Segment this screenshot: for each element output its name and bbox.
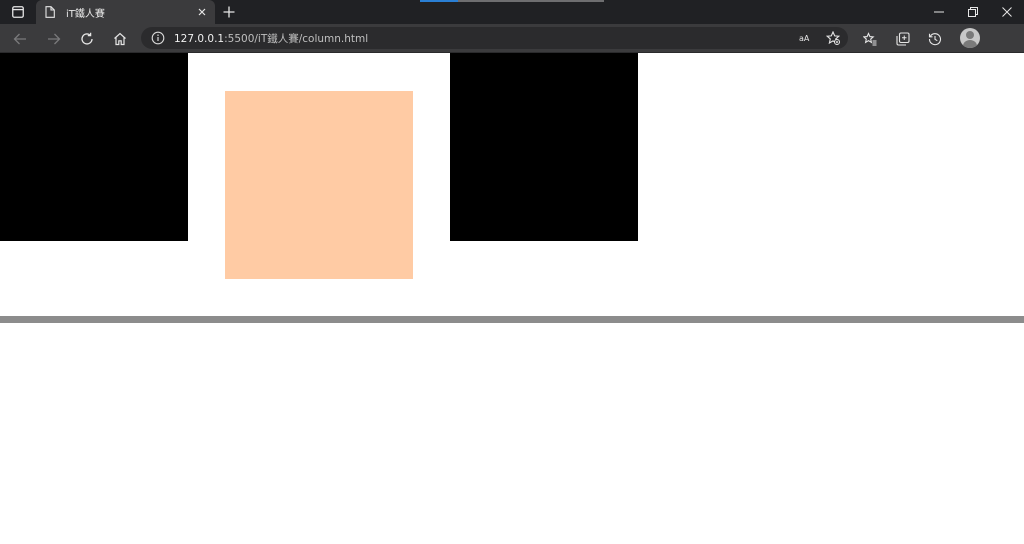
svg-text:aA: aA xyxy=(799,34,810,43)
new-tab-button[interactable] xyxy=(220,3,238,21)
url-host: 127.0.0.1 xyxy=(174,33,225,45)
box-3 xyxy=(450,53,638,241)
tab-drag-indicator xyxy=(420,0,604,2)
tab-title: iT鐵人賽 xyxy=(66,8,105,20)
browser-toolbar: 127.0.0.1:5500/iT鐵人賽/column.html aA xyxy=(0,24,1024,53)
minimize-icon[interactable] xyxy=(922,0,956,24)
close-icon[interactable] xyxy=(990,0,1024,24)
forward-icon[interactable] xyxy=(44,29,64,49)
site-info-icon[interactable] xyxy=(151,31,165,45)
window-controls xyxy=(922,0,1024,24)
address-bar[interactable]: 127.0.0.1:5500/iT鐵人賽/column.html aA xyxy=(141,27,848,49)
refresh-icon[interactable] xyxy=(77,29,97,49)
url-text: 127.0.0.1:5500/iT鐵人賽/column.html xyxy=(174,31,368,46)
tab-actions-icon[interactable] xyxy=(6,3,30,21)
restore-icon[interactable] xyxy=(956,0,990,24)
page-icon xyxy=(45,5,57,19)
url-path: :5500/iT鐵人賽/column.html xyxy=(224,33,369,45)
box-1 xyxy=(0,53,188,241)
horizontal-divider xyxy=(0,316,1024,323)
read-aloud-icon[interactable]: aA xyxy=(798,30,814,46)
page-viewport xyxy=(0,53,1024,544)
history-icon[interactable] xyxy=(925,29,945,49)
tab-strip: iT鐵人賽 xyxy=(0,0,1024,24)
home-icon[interactable] xyxy=(110,29,130,49)
profile-avatar[interactable] xyxy=(960,28,980,48)
back-icon[interactable] xyxy=(10,29,30,49)
tab-active[interactable]: iT鐵人賽 xyxy=(36,0,215,24)
add-favorite-icon[interactable] xyxy=(825,30,841,46)
tab-close-icon[interactable] xyxy=(195,5,209,19)
collections-icon[interactable] xyxy=(893,29,913,49)
box-2 xyxy=(225,91,413,279)
favorites-icon[interactable] xyxy=(860,29,880,49)
